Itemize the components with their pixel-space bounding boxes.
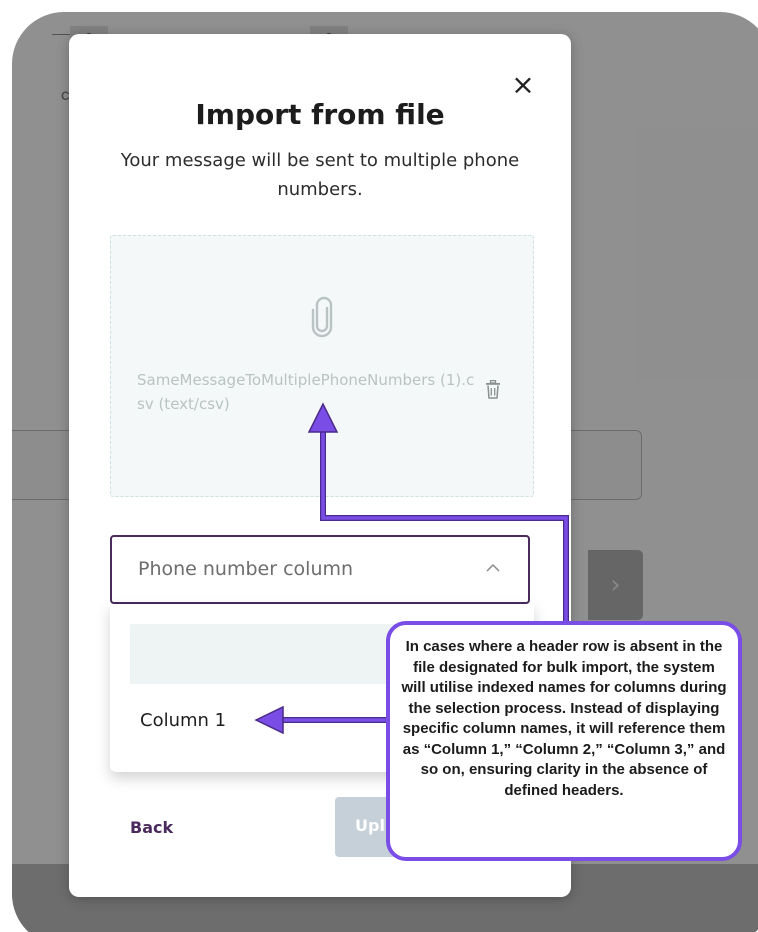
dropdown-option-column-1[interactable]: Column 1	[140, 710, 226, 731]
paperclip-icon	[311, 296, 333, 338]
chevron-up-icon	[486, 563, 500, 572]
back-button[interactable]: Back	[130, 818, 173, 837]
modal-subtitle: Your message will be sent to multiple ph…	[120, 150, 520, 200]
file-dropzone[interactable]: SameMessageToMultiplePhoneNumbers (1).cs…	[110, 235, 534, 497]
modal-title: Import from file	[195, 98, 445, 131]
close-icon: ×	[511, 68, 535, 101]
annotation-text: In cases where a header row is absent in…	[401, 638, 727, 799]
upload-button-label: Upl	[355, 816, 385, 835]
select-placeholder: Phone number column	[138, 558, 354, 580]
trash-icon[interactable]	[485, 380, 501, 399]
annotation-callout: In cases where a header row is absent in…	[386, 621, 742, 861]
phone-column-select[interactable]: Phone number column	[110, 535, 530, 604]
close-button[interactable]: ×	[511, 71, 535, 99]
uploaded-file-name: SameMessageToMultiplePhoneNumbers (1).cs…	[137, 371, 475, 413]
